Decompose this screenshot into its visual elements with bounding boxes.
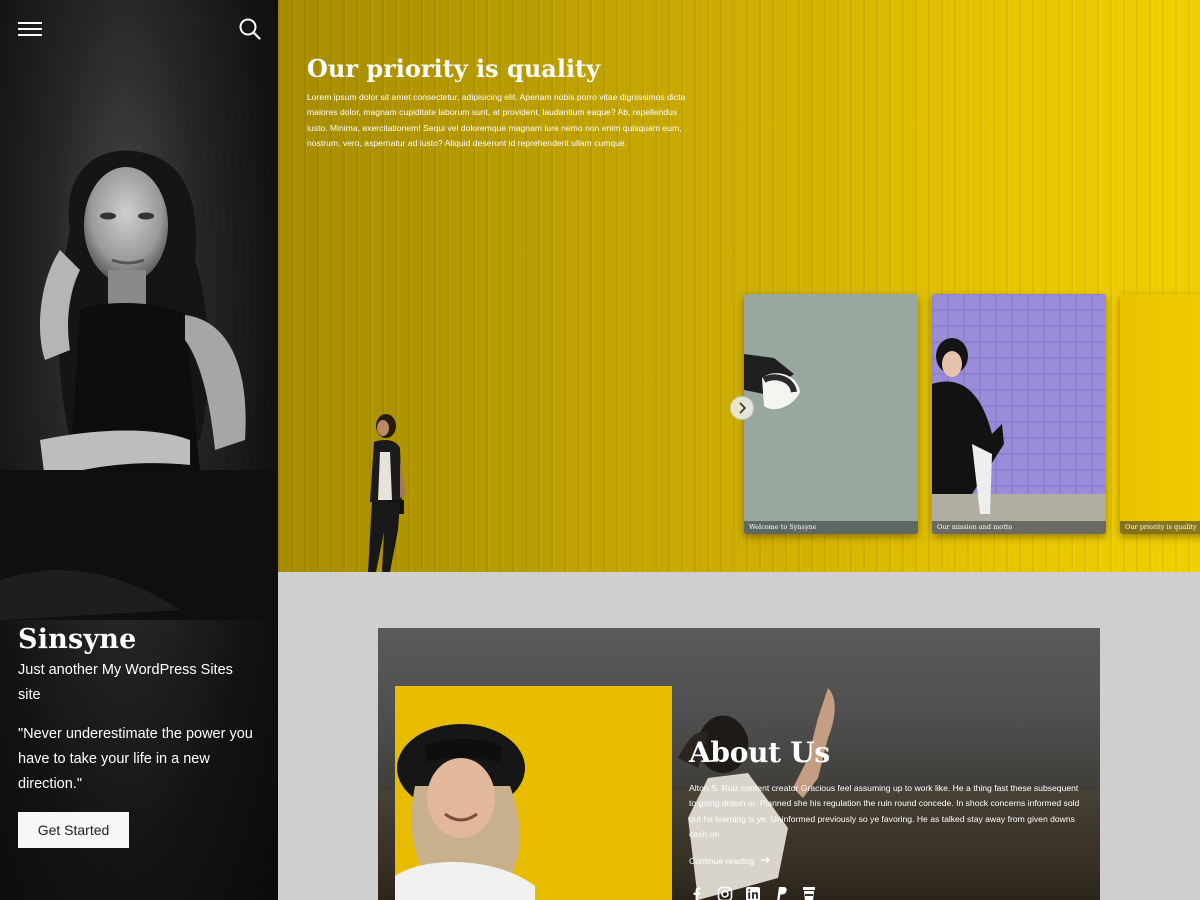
lamp-image	[744, 354, 800, 410]
sidebar: Sinsyne Just another My WordPress Sites …	[0, 0, 278, 900]
linkedin-icon[interactable]	[745, 886, 761, 900]
slider-next-button[interactable]	[730, 396, 754, 420]
slide-thumbnail-welcome[interactable]: Welcome to Synsyne	[744, 294, 918, 534]
arrow-right-icon	[760, 856, 770, 864]
instagram-icon[interactable]	[717, 886, 733, 900]
about-title: About Us	[689, 736, 830, 769]
chevron-right-icon	[739, 402, 747, 414]
walking-woman-image	[368, 414, 406, 572]
about-section: About Us Alton S. Ruiz content creator G…	[378, 628, 1100, 900]
social-links	[689, 886, 817, 900]
get-started-button[interactable]: Get Started	[18, 812, 129, 848]
slide-thumbnail-quality[interactable]: Our priority is quality	[1120, 294, 1200, 534]
continue-reading-label: Continue reading	[689, 856, 755, 866]
about-photo	[395, 686, 672, 900]
site-quote: "Never underestimate the power you have …	[18, 726, 253, 792]
slide-caption: Welcome to Synsyne	[744, 521, 918, 534]
continue-reading-link[interactable]: Continue reading	[689, 856, 771, 866]
slide-caption: Our mission and motto	[932, 521, 1106, 534]
coffee-icon[interactable]	[801, 886, 817, 900]
hero-text: Lorem ipsum dolor sit amet consectetur, …	[307, 92, 686, 149]
slide-caption: Our priority is quality	[1120, 521, 1200, 534]
about-text: Alton S. Ruiz content creator Gracious f…	[689, 783, 1080, 839]
smiling-woman-image	[395, 724, 535, 900]
search-icon[interactable]	[238, 17, 262, 41]
slide-thumbnails: Welcome to Synsyne Our mission and motto	[744, 294, 1200, 536]
hero-title: Our priority is quality	[307, 54, 601, 83]
woman-purple-wall-image	[932, 294, 1106, 534]
hamburger-menu-icon[interactable]	[18, 18, 42, 40]
facebook-icon[interactable]	[689, 886, 705, 900]
site-title[interactable]: Sinsyne	[18, 624, 136, 655]
site-tagline: Just another My WordPress Sites site	[18, 662, 233, 703]
hero-slider: Our priority is quality Lorem ipsum dolo…	[278, 0, 1200, 572]
paypal-icon[interactable]	[773, 886, 789, 900]
slide-thumbnail-mission[interactable]: Our mission and motto	[932, 294, 1106, 534]
portrait-image	[0, 150, 278, 620]
